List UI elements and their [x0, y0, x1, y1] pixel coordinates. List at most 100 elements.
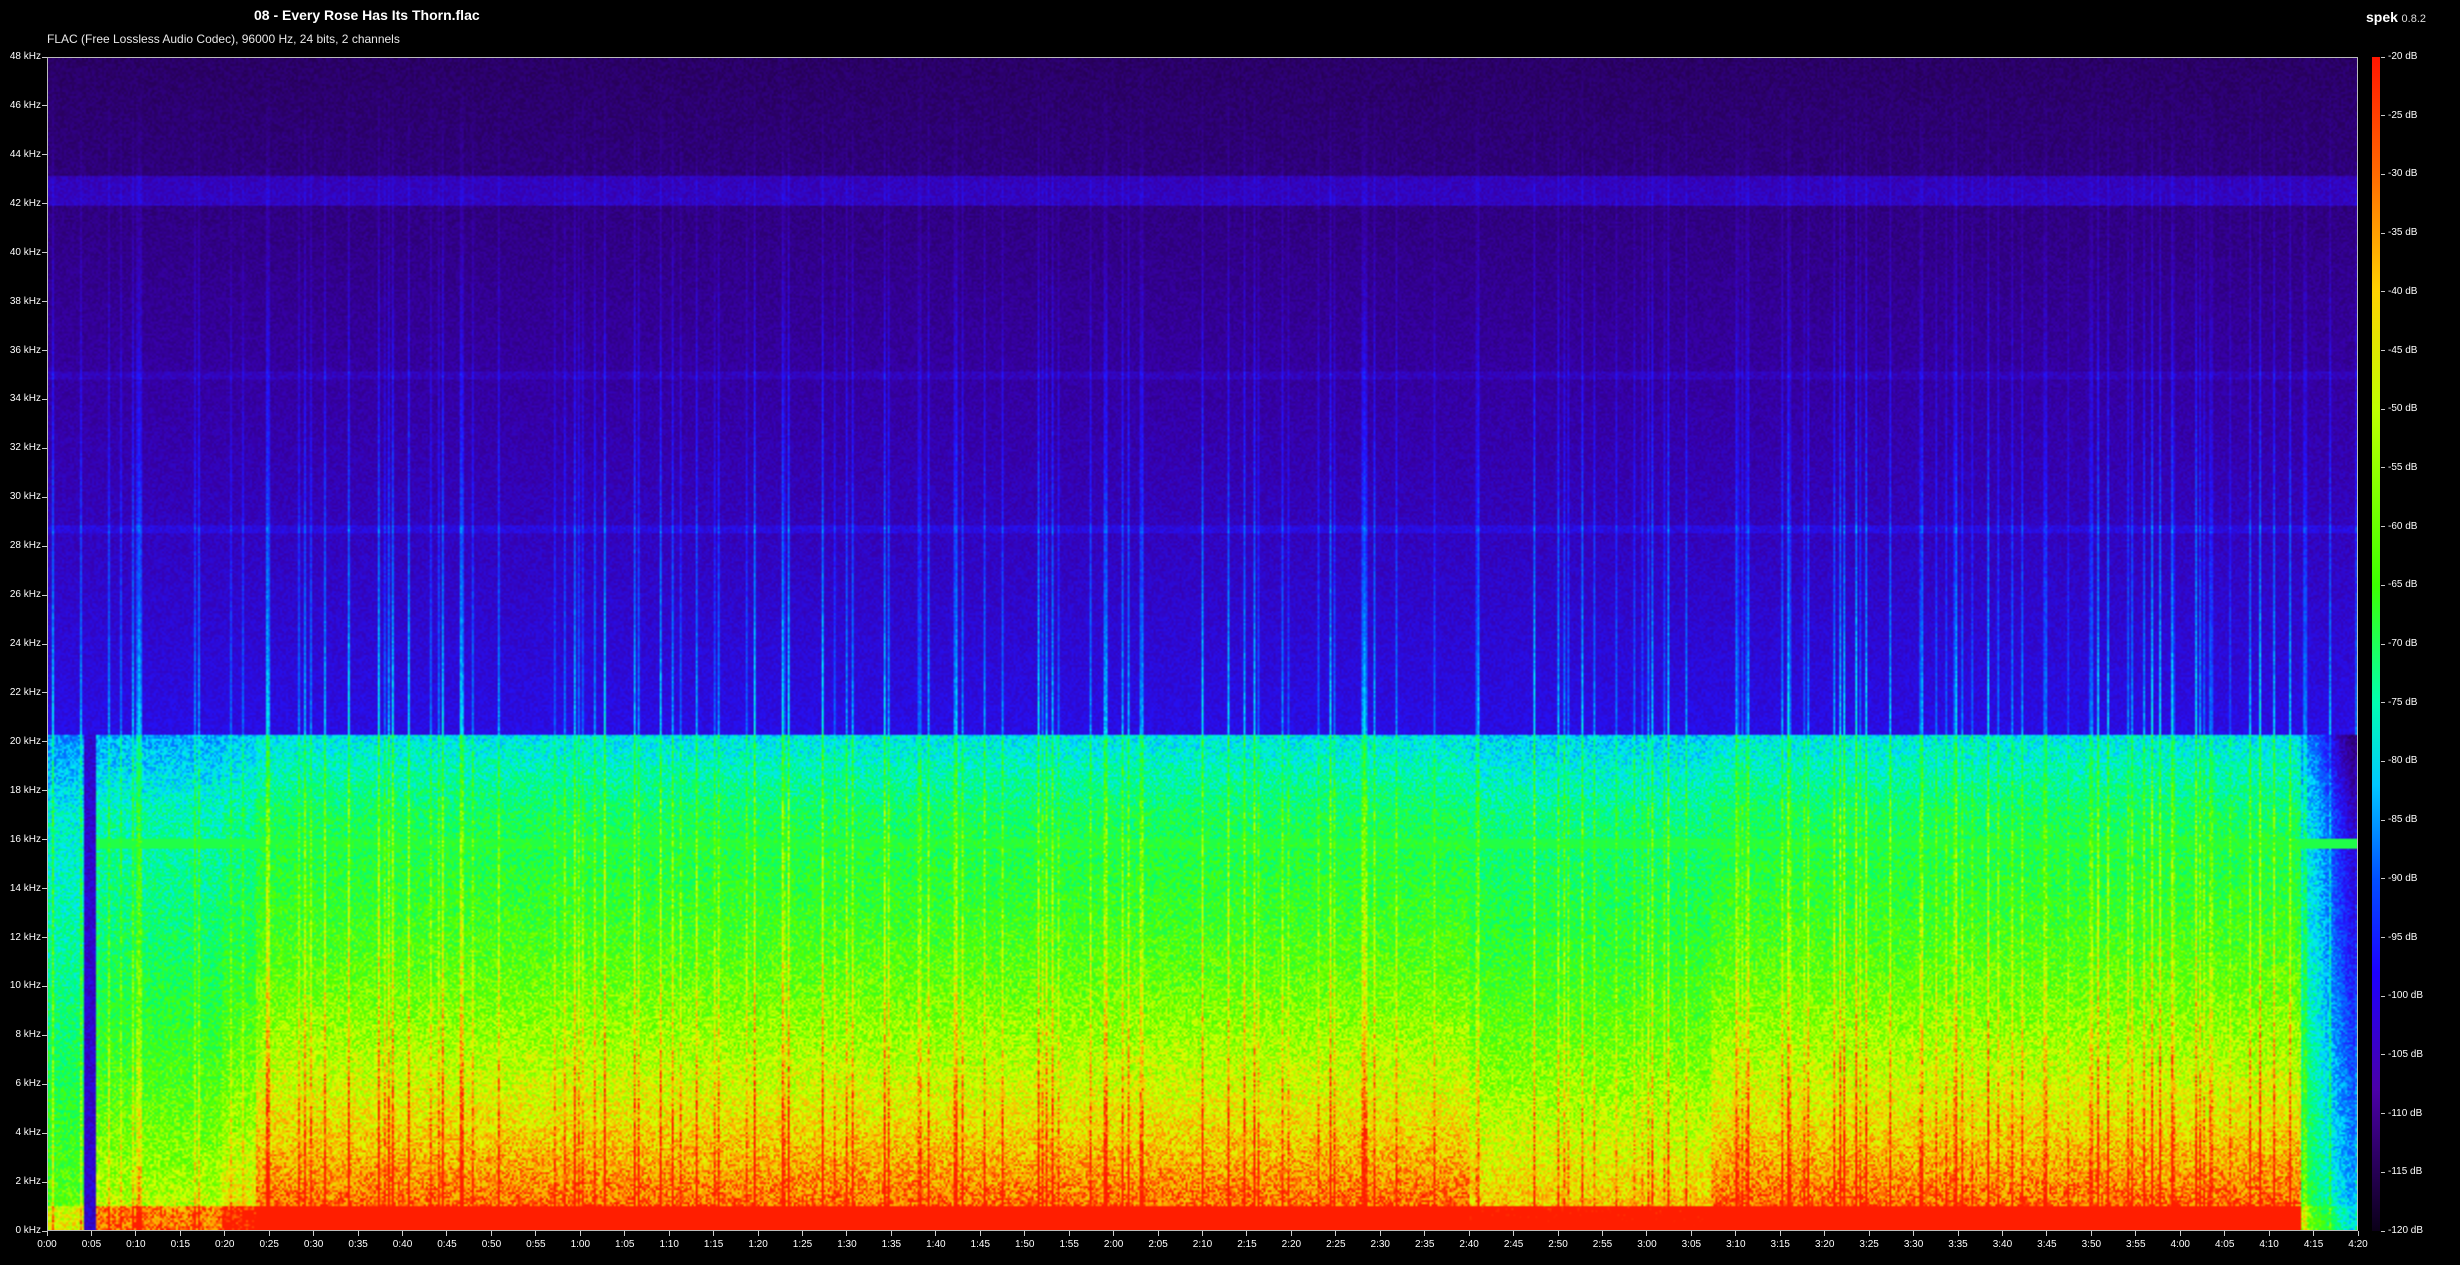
freq-tick-label: 46 kHz [9, 99, 41, 111]
time-tick-label: 3:20 [1814, 1239, 1835, 1250]
freq-tick-label: 38 kHz [9, 295, 41, 307]
time-tick-label: 2:55 [1592, 1239, 1613, 1250]
db-tick-label: -50 dB [2388, 403, 2418, 415]
time-tick [90, 1231, 92, 1236]
db-tick [2381, 526, 2385, 528]
time-tick [313, 1231, 315, 1236]
db-tick-label: -115 dB [2388, 1166, 2423, 1178]
db-tick-label: -85 dB [2388, 814, 2418, 826]
freq-tick-label: 48 kHz [9, 51, 41, 62]
time-tick [979, 1231, 981, 1236]
time-tick-label: 2:05 [1148, 1239, 1168, 1250]
db-tick-label: -80 dB [2388, 755, 2418, 767]
freq-tick-label: 6 kHz [15, 1078, 41, 1090]
time-tick [1113, 1231, 1115, 1236]
time-tick-label: 1:30 [837, 1239, 857, 1250]
time-tick [1557, 1231, 1559, 1236]
freq-tick-label: 4 kHz [15, 1127, 41, 1139]
time-tick-label: 0:55 [526, 1239, 546, 1250]
time-tick [935, 1231, 937, 1236]
freq-tick-label: 30 kHz [9, 491, 41, 503]
time-tick-label: 3:15 [1770, 1239, 1790, 1250]
time-tick-label: 1:10 [659, 1239, 679, 1250]
time-tick [1735, 1231, 1737, 1236]
time-tick-label: 2:30 [1370, 1239, 1390, 1250]
freq-tick-label: 28 kHz [9, 540, 41, 552]
time-tick [1690, 1231, 1692, 1236]
freq-tick-label: 2 kHz [15, 1176, 41, 1188]
time-tick [890, 1231, 892, 1236]
time-tick-label: 2:50 [1548, 1239, 1568, 1250]
db-tick [2381, 56, 2385, 58]
time-tick-label: 0:15 [170, 1239, 191, 1250]
time-tick-label: 2:10 [1192, 1239, 1213, 1250]
time-tick [1335, 1231, 1337, 1236]
time-tick-label: 1:50 [1014, 1239, 1035, 1250]
spectrogram[interactable] [47, 57, 2358, 1231]
file-title: 08 - Every Rose Has Its Thorn.flac [254, 7, 480, 23]
freq-tick-label: 24 kHz [9, 638, 41, 649]
time-tick-label: 0:25 [259, 1239, 279, 1250]
time-tick [402, 1231, 404, 1236]
db-tick [2381, 1230, 2385, 1232]
time-tick [1824, 1231, 1826, 1236]
time-tick-label: 0:40 [392, 1239, 413, 1250]
db-tick [2381, 1054, 2385, 1056]
time-tick-label: 3:45 [2037, 1239, 2057, 1250]
app-name-label: spek [2365, 9, 2398, 25]
db-tick-label: -40 dB [2388, 285, 2418, 297]
time-tick-label: 1:45 [970, 1239, 991, 1250]
time-tick-label: 0:10 [126, 1239, 146, 1250]
time-tick [2224, 1231, 2226, 1236]
time-tick-label: 3:35 [1948, 1239, 1968, 1250]
time-tick-label: 0:05 [81, 1239, 102, 1250]
db-tick-label: -60 dB [2388, 520, 2418, 532]
app-name: spek 0.8.2 [2366, 9, 2426, 25]
time-tick [1601, 1231, 1603, 1236]
time-tick-label: 0:50 [481, 1239, 502, 1250]
db-tick-label: -30 dB [2388, 168, 2418, 180]
db-tick [2381, 173, 2385, 175]
time-tick [1379, 1231, 1381, 1236]
freq-tick-label: 0 kHz [15, 1225, 41, 1236]
time-tick [802, 1231, 804, 1236]
time-tick [2090, 1231, 2092, 1236]
db-tick [2381, 584, 2385, 586]
time-tick-label: 2:25 [1326, 1239, 1346, 1250]
time-tick-label: 3:05 [1681, 1239, 1702, 1250]
freq-tick-label: 10 kHz [9, 980, 41, 992]
time-tick-label: 3:40 [1992, 1239, 2013, 1250]
db-color-scale [2372, 57, 2380, 1231]
time-tick [179, 1231, 181, 1236]
time-tick-label: 1:05 [615, 1239, 635, 1250]
time-tick [1646, 1231, 1648, 1236]
time-tick [1913, 1231, 1915, 1236]
db-tick-label: -90 dB [2388, 872, 2418, 884]
time-tick-label: 3:55 [2126, 1239, 2146, 1250]
db-tick [2381, 350, 2385, 351]
time-tick-label: 2:20 [1281, 1239, 1302, 1250]
time-tick-label: 4:10 [2259, 1239, 2279, 1250]
time-tick-label: 3:25 [1859, 1239, 1879, 1250]
freq-tick-label: 14 kHz [9, 882, 41, 894]
time-tick-label: 4:15 [2303, 1239, 2324, 1250]
time-tick-label: 0:00 [37, 1239, 57, 1250]
time-tick-label: 1:20 [748, 1239, 768, 1250]
time-tick [1424, 1231, 1426, 1236]
time-tick-label: 3:50 [2081, 1239, 2102, 1250]
time-tick [357, 1231, 359, 1236]
time-tick-label: 1:25 [792, 1239, 813, 1250]
time-tick [135, 1231, 137, 1236]
time-tick [1202, 1231, 1203, 1236]
time-tick [624, 1231, 626, 1236]
freq-tick-label: 18 kHz [9, 784, 41, 796]
freq-tick-label: 16 kHz [9, 833, 41, 845]
time-tick [2313, 1231, 2315, 1236]
time-tick [446, 1231, 448, 1236]
time-tick [1779, 1231, 1781, 1236]
db-tick [2381, 643, 2385, 645]
time-tick [1957, 1231, 1959, 1236]
time-tick [1868, 1231, 1870, 1236]
time-tick [490, 1231, 492, 1236]
db-tick [2381, 995, 2385, 997]
